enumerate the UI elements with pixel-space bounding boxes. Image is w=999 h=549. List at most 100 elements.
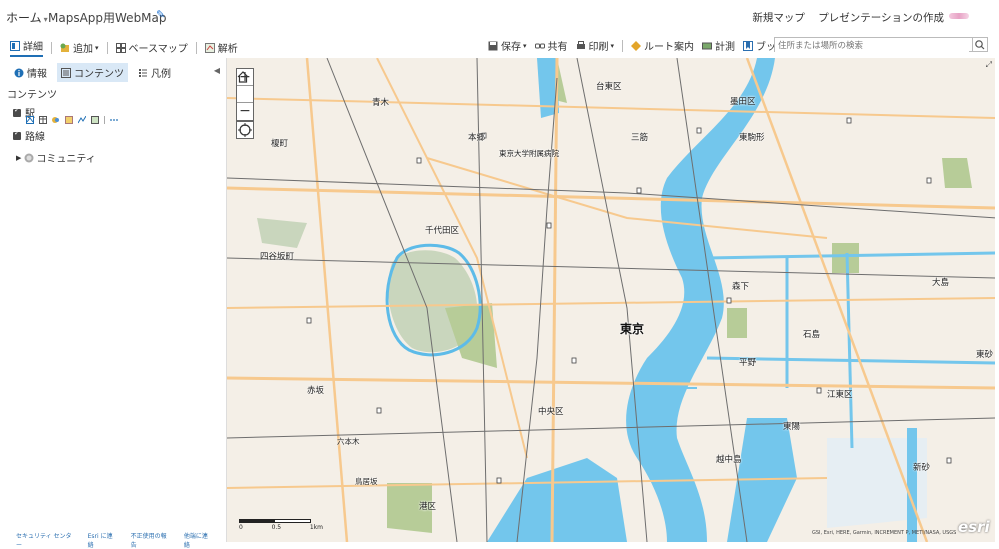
print-button[interactable]: 印刷 ▾ [576,38,615,53]
map-label: 台東区 [596,82,622,92]
analysis-button[interactable]: 解析 [204,40,238,55]
search-button[interactable] [972,38,987,51]
edit-pencil-icon[interactable]: ✎ [156,8,168,21]
legend-icon[interactable] [26,116,34,124]
map-label: 中央区 [538,407,564,417]
map-label: 新砂 [913,463,931,473]
esri-logo: esri [958,518,990,536]
directions-button[interactable]: ルート案内 [631,38,694,53]
top-bar: ホーム ▾ MapsApp用WebMap ✎ 新規マップ プレゼンテーションの作成 [0,0,999,34]
chevron-down-icon: ▾ [523,41,527,50]
measure-label: 計測 [715,42,736,53]
layer-item-line[interactable]: 路線 [13,128,45,143]
tab-legend-label: 凡例 [151,69,171,80]
footer-link[interactable]: 他端に連絡 [184,531,212,549]
analysis-icon [204,42,215,53]
basemap-drawing [227,58,995,542]
legend-list-icon [139,68,147,77]
collapse-panel-icon[interactable]: ◀ [214,66,220,75]
measure-button[interactable]: 計測 [702,38,735,53]
home-extent-button[interactable] [237,71,253,103]
map-label: 大島 [932,278,950,288]
map-view[interactable]: 東京 千代田区 台東区 墨田区 本郷 三筋 東駒形 青木 榎町 四谷坂町 森下 … [226,58,995,542]
add-button[interactable]: 追加 ▾ [60,40,99,55]
layer-label: 路線 [25,132,45,143]
map-label: 榎町 [271,139,289,149]
configure-popup-icon[interactable] [91,116,99,124]
search-icon [975,40,985,50]
zoom-controls: + − [236,68,254,121]
more-options-icon[interactable] [110,116,118,124]
map-title: MapsApp用WebMap [48,11,167,25]
avatar[interactable] [949,13,969,19]
analysis-label: 解析 [217,44,238,55]
scale-bar: 0 0.5 1km [239,519,323,531]
basemap-label: ベースマップ [128,44,188,55]
footer-link[interactable]: セキュリティ センター [16,531,74,549]
details-button[interactable]: 詳細 [10,38,43,57]
scale-bar-graphic [239,519,311,523]
home-icon [237,71,249,83]
footer-link[interactable]: 不正使用の報告 [131,531,170,549]
basemap-button[interactable]: ベースマップ [115,40,188,55]
group-layer-icon [24,153,34,162]
directions-label: ルート案内 [644,42,695,53]
scale-label: 1km [309,524,323,531]
share-link-icon [534,43,545,48]
layer-group-community[interactable]: ▶ コミュニティ [16,150,96,165]
search-input[interactable] [775,39,969,53]
details-icon [10,40,20,51]
map-label: 赤坂 [307,386,325,396]
print-label: 印刷 [588,42,609,53]
home-label: ホーム [6,11,42,25]
map-label: 六本木 [337,437,360,446]
layer-checkbox[interactable] [13,129,21,140]
table-icon[interactable] [39,116,47,124]
map-label: 東京 [620,322,645,336]
details-label: 詳細 [23,42,43,53]
map-label: 石島 [803,330,821,340]
divider [106,41,108,54]
create-presentation-button[interactable]: プレゼンテーションの作成 [818,12,944,24]
layer-tools [26,116,123,124]
tab-about[interactable]: 情報 [10,63,51,82]
map-attribution[interactable]: GSI, Esri, HERE, Garmin, INCREMENT P, ME… [812,530,956,536]
save-button[interactable]: 保存 ▾ [488,38,527,53]
map-label: 四谷坂町 [260,252,295,262]
group-label: コミュニティ [36,154,96,165]
save-icon [488,41,498,50]
map-label: 三筋 [631,133,649,143]
save-label: 保存 [501,42,521,53]
new-map-button[interactable]: 新規マップ [752,12,805,24]
locate-button[interactable] [236,121,254,139]
filter-icon[interactable] [65,116,73,124]
style-icon[interactable] [52,116,60,124]
tab-about-label: 情報 [27,69,47,80]
print-icon [576,40,585,49]
layer-checkbox[interactable] [13,106,21,117]
scale-label: 0.5 [271,524,282,531]
basemap-grid-icon [115,42,126,53]
chevron-down-icon: ▾ [610,41,615,50]
directions-icon [631,40,642,51]
expand-map-icon[interactable]: ⤢ [986,60,992,70]
analysis-icon[interactable] [78,116,86,124]
tab-legend[interactable]: 凡例 [134,63,175,82]
zoom-out-button[interactable]: − [237,103,253,120]
add-label: 追加 [73,44,93,55]
share-button[interactable]: 共有 [534,38,568,53]
chevron-down-icon: ▾ [95,43,99,52]
content-list-icon [61,67,71,78]
map-label: 千代田区 [425,226,460,236]
expand-arrow-icon[interactable]: ▶ [16,154,21,162]
map-label: 江東区 [827,390,853,400]
footer-link[interactable]: Esri に連絡 [88,531,117,549]
tab-content[interactable]: コンテンツ [57,63,128,82]
scale-label: 0 [239,524,243,531]
map-label: 東砂 [976,350,994,360]
home-menu[interactable]: ホーム ▾ [6,9,48,26]
bookmark-icon [743,40,754,51]
add-layer-icon [60,43,69,52]
map-label: 森下 [732,282,750,292]
map-label: 青木 [372,98,390,108]
